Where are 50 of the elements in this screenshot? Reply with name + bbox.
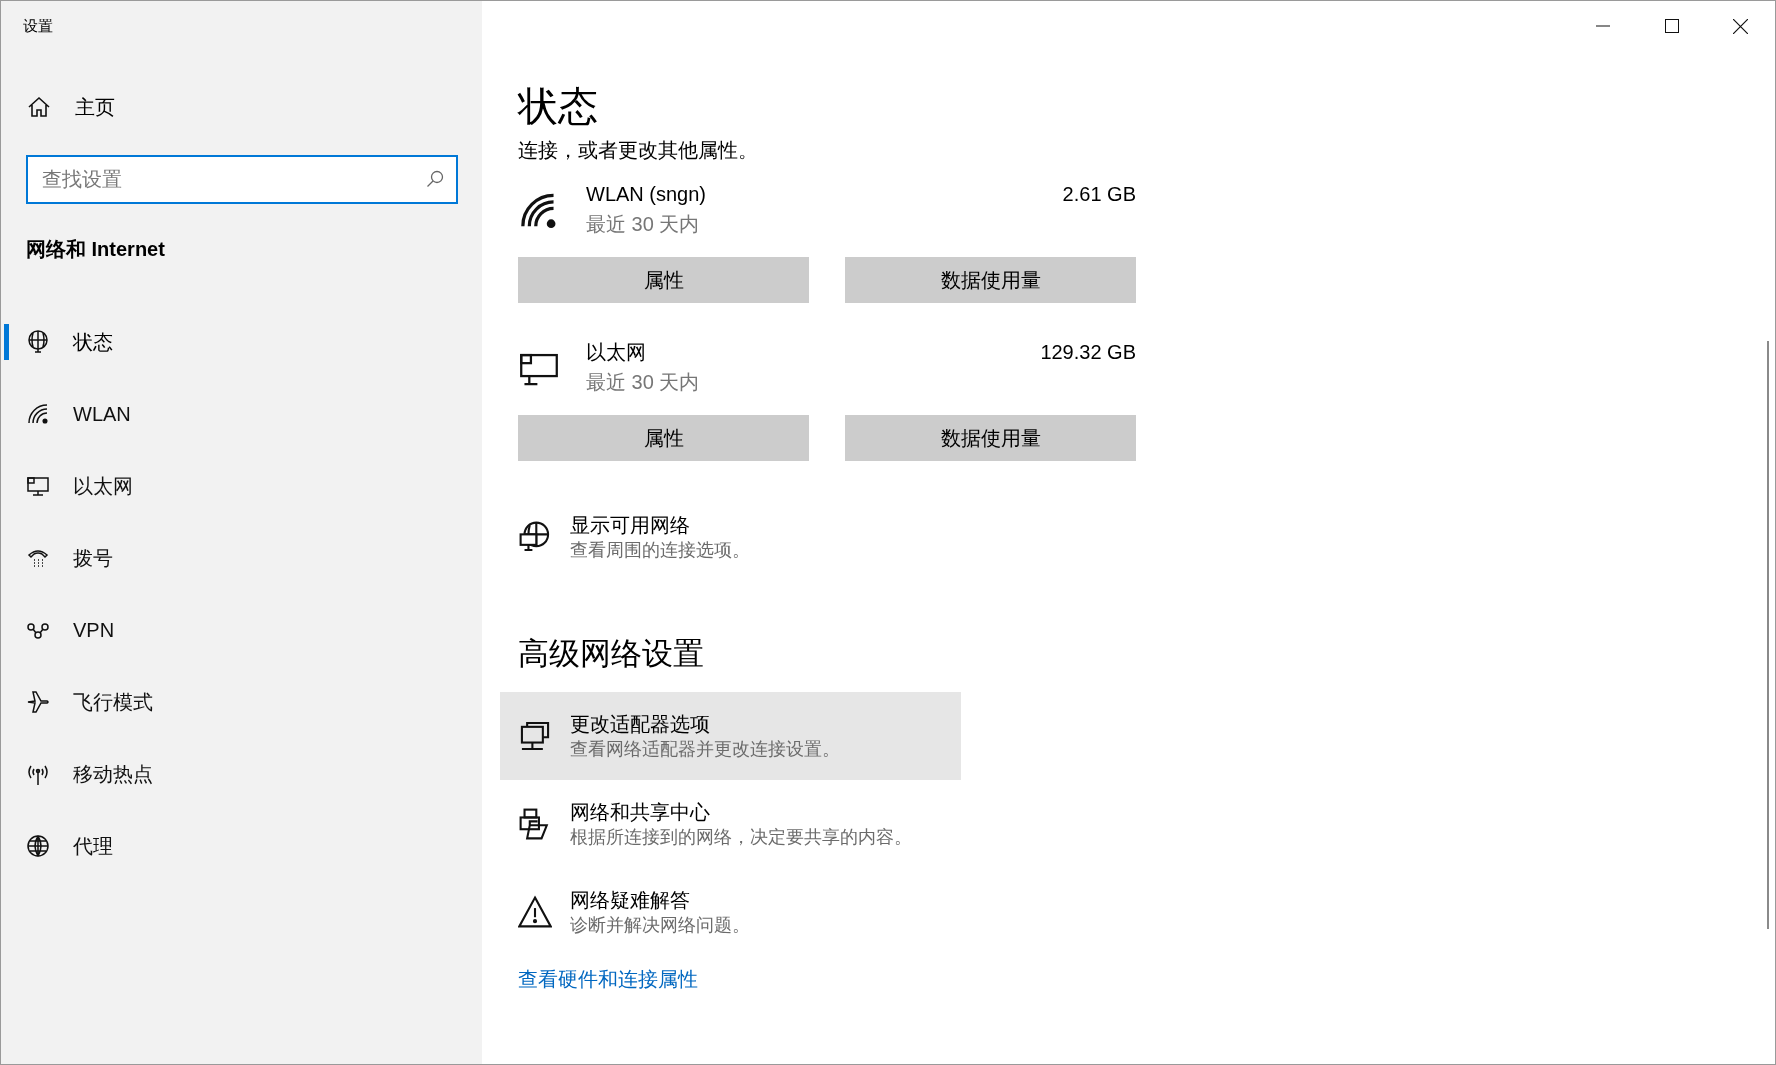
data-usage: 129.32 GB <box>1040 340 1136 365</box>
maximize-icon <box>1664 19 1679 33</box>
connection-name: WLAN (sngn) <box>586 182 708 207</box>
connection-period: 最近 30 天内 <box>586 370 701 395</box>
connection-name: 以太网 <box>586 340 647 365</box>
connection-period: 最近 30 天内 <box>586 212 701 237</box>
sidebar-item[interactable]: 以太网 <box>1 450 482 522</box>
sidebar-item[interactable]: 飞行模式 <box>1 666 482 738</box>
option-description: 查看网络适配器并更改连接设置。 <box>570 737 840 761</box>
option-description: 根据所连接到的网络，决定要共享的内容。 <box>570 825 912 849</box>
page-subtitle: 连接，或者更改其他属性。 <box>518 138 759 163</box>
option-description: 诊断并解决网络问题。 <box>570 913 750 937</box>
sidebar-item[interactable]: 代理 <box>1 810 482 882</box>
warning-icon <box>518 894 552 929</box>
minimize-icon <box>1595 25 1610 27</box>
home-icon <box>27 95 51 119</box>
option-title: 显示可用网络 <box>570 513 691 538</box>
globe-icon <box>25 833 51 859</box>
option-title: 更改适配器选项 <box>570 711 711 737</box>
search-field[interactable]: 查找设置 <box>26 155 458 204</box>
airplane-icon <box>25 689 51 715</box>
sidebar-item[interactable]: 移动热点 <box>1 738 482 810</box>
globe-monitor-icon <box>518 520 552 554</box>
data-usage-button[interactable]: 数据使用量 <box>845 415 1136 461</box>
selection-indicator <box>4 324 9 360</box>
home-nav-item[interactable]: 主页 <box>1 87 482 127</box>
option-title: 网络和共享中心 <box>570 799 711 825</box>
sidebar-item[interactable]: VPN <box>1 594 482 666</box>
settings-option[interactable]: 网络疑难解答 诊断并解决网络问题。 <box>500 867 961 956</box>
search-icon <box>426 170 444 188</box>
option-title: 网络疑难解答 <box>570 887 691 913</box>
close-icon <box>1733 18 1748 34</box>
sidebar-item[interactable]: 拨号 <box>1 522 482 594</box>
page-title: 状态 <box>518 83 599 130</box>
hardware-properties-link[interactable]: 查看硬件和连接属性 <box>518 963 698 994</box>
properties-button[interactable]: 属性 <box>518 415 809 461</box>
scrollbar[interactable] <box>1767 341 1769 929</box>
data-usage-button[interactable]: 数据使用量 <box>845 257 1136 303</box>
properties-button[interactable]: 属性 <box>518 257 809 303</box>
settings-option[interactable]: 网络和共享中心 根据所连接到的网络，决定要共享的内容。 <box>500 779 961 868</box>
globe-monitor-icon <box>25 329 51 355</box>
option-description: 查看周围的连接选项。 <box>570 539 750 562</box>
data-usage: 2.61 GB <box>1062 182 1136 207</box>
section-heading: 高级网络设置 <box>518 635 705 673</box>
settings-option[interactable]: 显示可用网络 查看周围的连接选项。 <box>500 493 961 581</box>
settings-option[interactable]: 更改适配器选项 查看网络适配器并更改连接设置。 <box>500 691 961 780</box>
sidebar-item[interactable]: WLAN <box>1 378 482 450</box>
section-heading: 网络和 Internet <box>25 237 166 262</box>
sidebar-item[interactable]: 状态 <box>1 306 482 378</box>
window-title: 设置 <box>23 15 53 36</box>
